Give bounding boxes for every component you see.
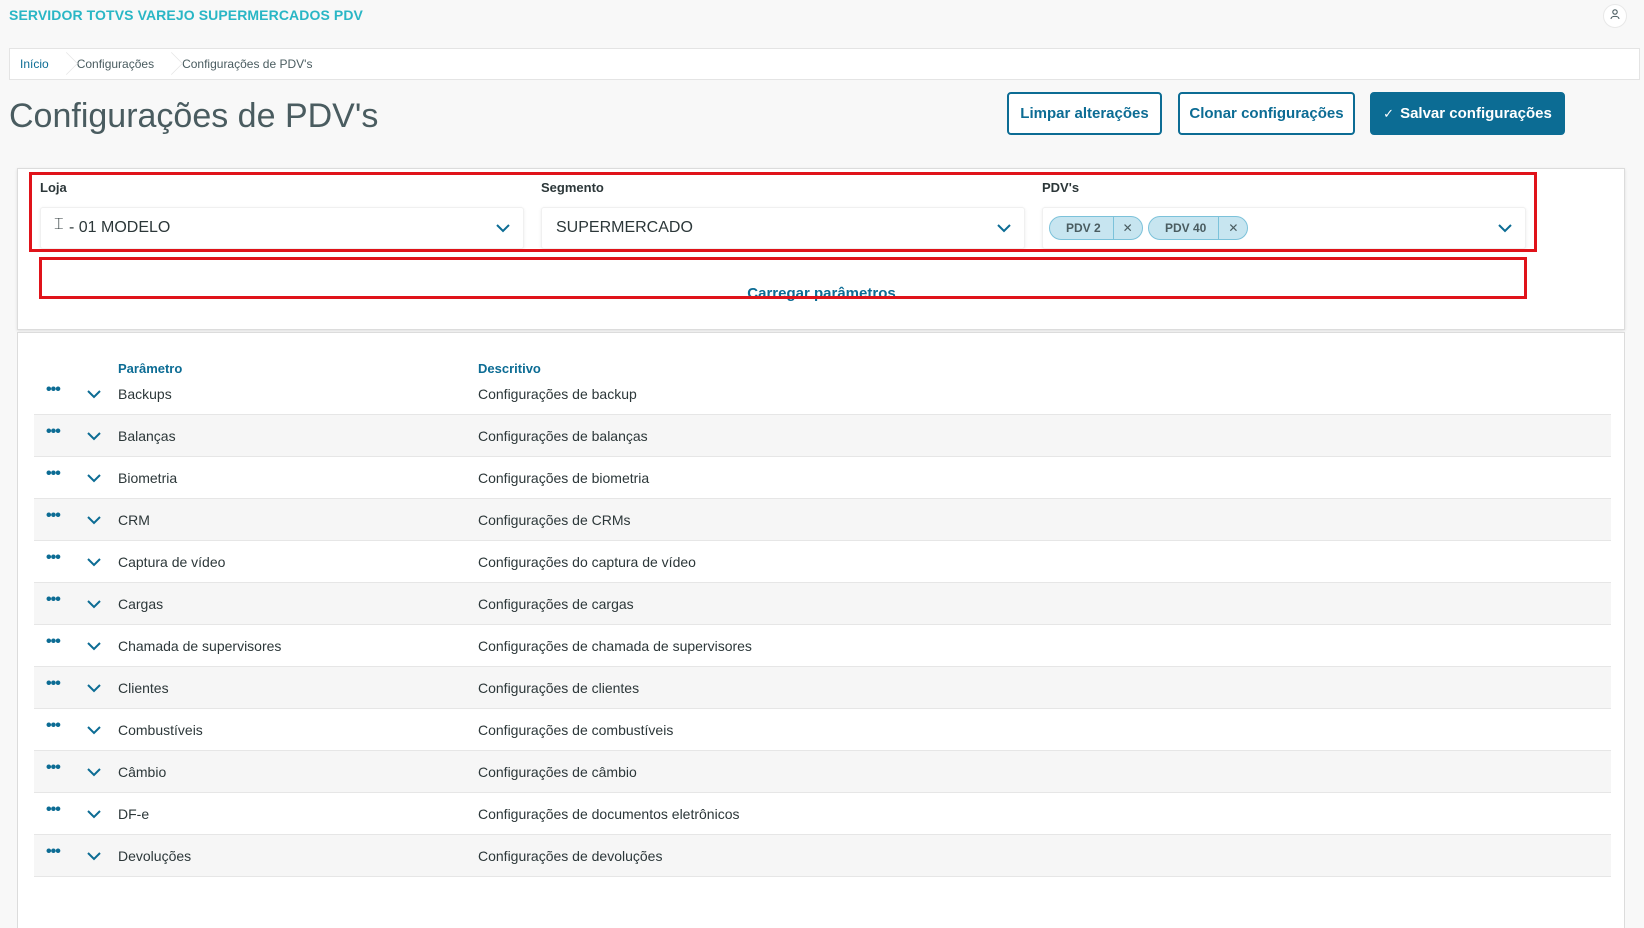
segment-label: Segmento — [541, 180, 604, 195]
row-param: Chamada de supervisores — [118, 638, 282, 654]
row-param: Combustíveis — [118, 722, 203, 738]
row-desc: Configurações do captura de vídeo — [478, 554, 696, 570]
table-row[interactable]: ••• Balanças Configurações de balanças — [34, 415, 1611, 457]
table-row[interactable]: ••• Devoluções Configurações de devoluções — [34, 835, 1611, 877]
chevron-down-icon[interactable] — [1497, 220, 1513, 241]
text-cursor-icon: ⌶ — [54, 216, 64, 233]
clear-changes-button[interactable]: Limpar alterações — [1007, 92, 1162, 135]
row-desc: Configurações de cargas — [478, 596, 634, 612]
pdvs-multiselect[interactable]: PDV 2 ✕ PDV 40 ✕ — [1042, 207, 1526, 249]
clear-changes-label: Limpar alterações — [1020, 105, 1149, 122]
chevron-down-icon[interactable] — [86, 807, 102, 826]
breadcrumb-configuracoes[interactable]: Configurações — [67, 49, 164, 79]
table-row[interactable]: ••• CRM Configurações de CRMs — [34, 499, 1611, 541]
user-menu-button[interactable] — [1603, 4, 1627, 28]
table-row[interactable]: ••• DF-e Configurações de documentos eletr… — [34, 793, 1611, 835]
row-param: Devoluções — [118, 848, 192, 864]
row-param: CRM — [118, 512, 150, 528]
table-row[interactable]: ••• Combustíveis Configurações de combustí… — [34, 709, 1611, 751]
pdv-chip: PDV 2 ✕ — [1049, 216, 1143, 240]
save-config-button[interactable]: ✓ Salvar configurações — [1370, 92, 1565, 135]
table-row[interactable]: ••• Backups Configurações de backup — [34, 373, 1611, 415]
row-desc: Configurações de CRMs — [478, 512, 631, 528]
row-param: DF-e — [118, 806, 150, 822]
row-param: Biometria — [118, 470, 178, 486]
chevron-down-icon[interactable] — [86, 471, 102, 490]
table-row[interactable]: ••• Câmbio Configurações de câmbio — [34, 751, 1611, 793]
user-icon — [1609, 7, 1621, 25]
pdv-chip: PDV 40 ✕ — [1148, 216, 1249, 240]
more-dots-icon[interactable]: ••• — [46, 424, 61, 440]
more-dots-icon[interactable]: ••• — [46, 550, 61, 566]
row-desc: Configurações de clientes — [478, 680, 640, 696]
clone-config-label: Clonar configurações — [1189, 105, 1344, 122]
chevron-down-icon[interactable] — [86, 429, 102, 448]
row-desc: Configurações de backup — [478, 386, 637, 402]
save-config-label: Salvar configurações — [1400, 105, 1552, 122]
chevron-down-icon[interactable] — [86, 765, 102, 784]
store-value: - 01 MODELO — [69, 219, 171, 236]
chevron-down-icon[interactable] — [86, 597, 102, 616]
top-bar: SERVIDOR TOTVS VAREJO SUPERMERCADOS PDV — [0, 0, 1644, 44]
chevron-down-icon[interactable] — [86, 555, 102, 574]
pdv-chip-label: PDV 40 — [1149, 217, 1220, 239]
breadcrumb-home[interactable]: Início — [10, 49, 59, 79]
chevron-down-icon[interactable] — [86, 681, 102, 700]
more-dots-icon[interactable]: ••• — [46, 634, 61, 650]
row-desc: Configurações de combustíveis — [478, 722, 674, 738]
chevron-down-icon[interactable] — [86, 387, 102, 406]
row-desc: Configurações de chamada de supervisores — [478, 638, 752, 654]
table-row[interactable]: ••• Captura de vídeo Configurações do capt… — [34, 541, 1611, 583]
table-row[interactable]: ••• Biometria Configurações de biometria — [34, 457, 1611, 499]
breadcrumb-separator — [164, 48, 172, 80]
segment-value: SUPERMERCADO — [556, 219, 693, 236]
pdvs-label: PDV's — [1042, 180, 1080, 195]
row-param: Balanças — [118, 428, 176, 444]
store-label: Loja — [40, 180, 67, 195]
table-row[interactable]: ••• Clientes Configurações de clientes — [34, 667, 1611, 709]
breadcrumb-separator — [59, 48, 67, 80]
segment-select[interactable]: SUPERMERCADO — [541, 207, 1025, 249]
chevron-down-icon[interactable] — [86, 513, 102, 532]
store-select[interactable]: ⌶ - 01 MODELO — [40, 207, 524, 249]
pdv-chip-label: PDV 2 — [1050, 217, 1114, 239]
row-desc: Configurações de biometria — [478, 470, 650, 486]
close-icon[interactable]: ✕ — [1219, 221, 1247, 235]
chevron-down-icon[interactable] — [86, 639, 102, 658]
breadcrumb: Início Configurações Configurações de PD… — [9, 48, 1640, 80]
page-title: Configurações de PDV's — [9, 97, 379, 135]
more-dots-icon[interactable]: ••• — [46, 676, 61, 692]
app-title: SERVIDOR TOTVS VAREJO SUPERMERCADOS PDV — [9, 7, 363, 23]
more-dots-icon[interactable]: ••• — [46, 592, 61, 608]
chevron-down-icon[interactable] — [86, 849, 102, 868]
more-dots-icon[interactable]: ••• — [46, 466, 61, 482]
table-row[interactable]: ••• Cargas Configurações de cargas — [34, 583, 1611, 625]
chevron-down-icon[interactable] — [495, 220, 511, 241]
row-param: Câmbio — [118, 764, 167, 780]
params-table: Parâmetro Descritivo ••• Backups Configura… — [17, 332, 1625, 928]
clone-config-button[interactable]: Clonar configurações — [1178, 92, 1355, 135]
chevron-down-icon[interactable] — [996, 220, 1012, 241]
row-desc: Configurações de devoluções — [478, 848, 663, 864]
load-params-button[interactable]: Carregar parâmetros — [44, 273, 1599, 313]
more-dots-icon[interactable]: ••• — [46, 802, 61, 818]
row-param: Clientes — [118, 680, 169, 696]
more-dots-icon[interactable]: ••• — [46, 844, 61, 860]
table-row[interactable]: ••• Chamada de supervisores Configurações … — [34, 625, 1611, 667]
row-param: Captura de vídeo — [118, 554, 226, 570]
more-dots-icon[interactable]: ••• — [46, 760, 61, 776]
load-params-label: Carregar parâmetros — [747, 284, 896, 302]
more-dots-icon[interactable]: ••• — [46, 508, 61, 524]
more-dots-icon[interactable]: ••• — [46, 382, 61, 398]
row-desc: Configurações de documentos eletrônicos — [478, 806, 740, 822]
more-dots-icon[interactable]: ••• — [46, 718, 61, 734]
row-param: Backups — [118, 386, 172, 402]
row-desc: Configurações de balanças — [478, 428, 648, 444]
breadcrumb-current: Configurações de PDV's — [182, 57, 313, 71]
chevron-down-icon[interactable] — [86, 723, 102, 742]
check-icon: ✓ — [1383, 105, 1395, 121]
close-icon[interactable]: ✕ — [1114, 221, 1142, 235]
row-desc: Configurações de câmbio — [478, 764, 637, 780]
row-param: Cargas — [118, 596, 164, 612]
